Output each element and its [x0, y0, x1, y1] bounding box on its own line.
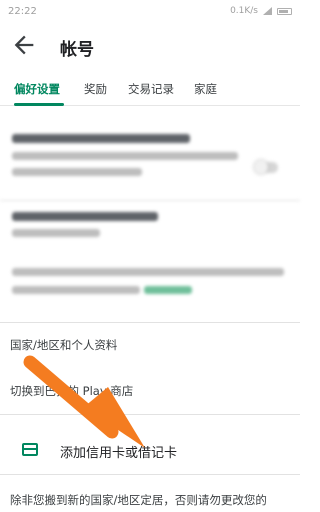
- blurred-text: [12, 168, 142, 176]
- app-bar: 帐号: [0, 26, 300, 66]
- tab-bar: 偏好设置 奖励 交易记录 家庭: [0, 72, 300, 106]
- status-time: 22:22: [8, 6, 37, 17]
- switch-store-row[interactable]: 切换到巴拉的 Play 商店: [10, 383, 133, 399]
- tab-preferences[interactable]: 偏好设置: [14, 81, 60, 97]
- divider: [0, 200, 300, 201]
- blurred-toggle: [254, 160, 278, 174]
- tab-transactions[interactable]: 交易记录: [128, 81, 174, 97]
- credit-card-icon: [22, 443, 38, 456]
- active-tab-indicator: [14, 103, 64, 106]
- blurred-link: [144, 286, 192, 294]
- blurred-text: [12, 152, 238, 160]
- country-change-notice: 除非您搬到新的国家/地区定居，否则请勿更改您的: [10, 493, 267, 507]
- country-profile-row[interactable]: 国家/地区和个人资料: [10, 337, 117, 353]
- status-icons: 0.1K/s: [230, 6, 292, 16]
- page-title: 帐号: [60, 40, 94, 60]
- divider: [0, 474, 300, 475]
- signal-icon: [263, 7, 272, 15]
- blurred-content: [0, 112, 300, 318]
- network-speed: 0.1K/s: [230, 6, 258, 16]
- blurred-text: [12, 286, 140, 294]
- blurred-text: [12, 268, 284, 276]
- tab-family[interactable]: 家庭: [194, 81, 217, 97]
- blurred-text: [12, 229, 100, 237]
- divider: [0, 414, 300, 415]
- blurred-text: [12, 134, 190, 143]
- battery-icon: [277, 7, 292, 15]
- divider: [0, 322, 300, 323]
- status-bar: 22:22 0.1K/s: [0, 0, 300, 26]
- tab-rewards[interactable]: 奖励: [84, 81, 107, 97]
- back-arrow-icon[interactable]: [10, 31, 38, 59]
- blurred-text: [12, 212, 158, 221]
- add-card-button[interactable]: 添加信用卡或借记卡: [60, 442, 177, 461]
